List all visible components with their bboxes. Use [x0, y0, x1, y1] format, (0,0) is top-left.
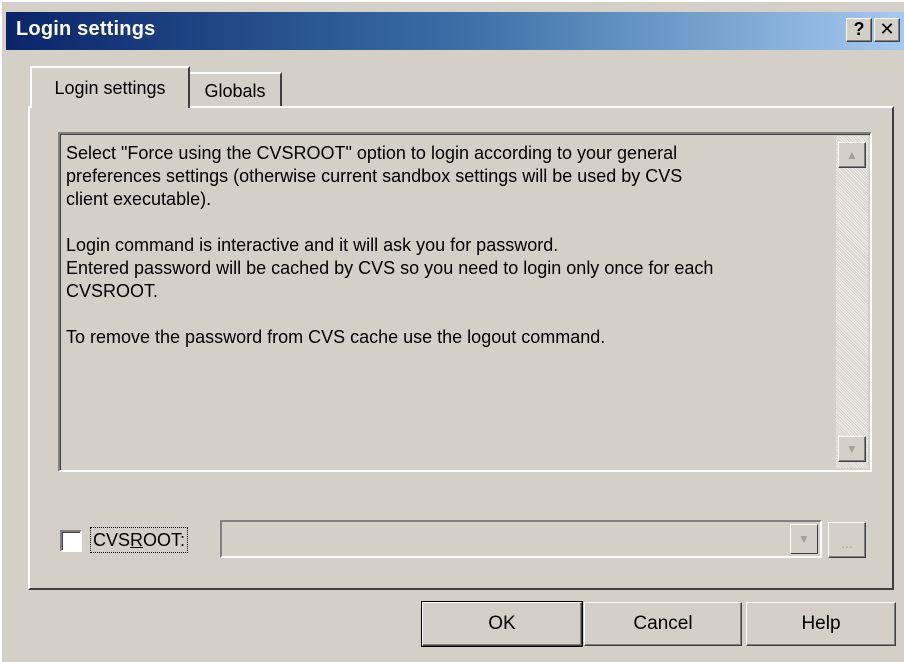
window-title: Login settings: [16, 18, 156, 40]
scroll-down-button[interactable]: ▼: [838, 436, 866, 462]
scroll-up-button[interactable]: ▲: [838, 142, 866, 168]
title-bar[interactable]: Login settings ? ✕: [6, 12, 904, 50]
info-text: Select "Force using the CVSROOT" option …: [66, 143, 714, 347]
cvsroot-label-prefix: CVS: [93, 530, 131, 550]
cvsroot-combobox[interactable]: ▼: [220, 520, 822, 558]
close-button[interactable]: ✕: [874, 18, 900, 42]
tab-login-settings[interactable]: Login settings: [30, 66, 190, 108]
vertical-scrollbar[interactable]: ▲ ▼: [836, 136, 868, 468]
tab-globals[interactable]: Globals: [190, 72, 282, 106]
login-settings-dialog: Login settings ? ✕ Login settings Global…: [0, 0, 904, 662]
cancel-button[interactable]: Cancel: [584, 602, 742, 646]
ok-button[interactable]: OK: [421, 601, 583, 647]
cvsroot-checkbox[interactable]: [60, 530, 82, 552]
info-textbox[interactable]: Select "Force using the CVSROOT" option …: [58, 132, 872, 472]
help-button[interactable]: Help: [746, 602, 896, 646]
cvsroot-label[interactable]: CVSROOT:: [90, 527, 189, 553]
browse-button[interactable]: ...: [828, 522, 866, 558]
cvsroot-label-mnemonic: R: [130, 530, 144, 550]
help-title-button[interactable]: ?: [846, 18, 872, 42]
cvsroot-label-suffix: OOT:: [143, 530, 186, 550]
combo-dropdown-icon[interactable]: ▼: [790, 524, 818, 554]
